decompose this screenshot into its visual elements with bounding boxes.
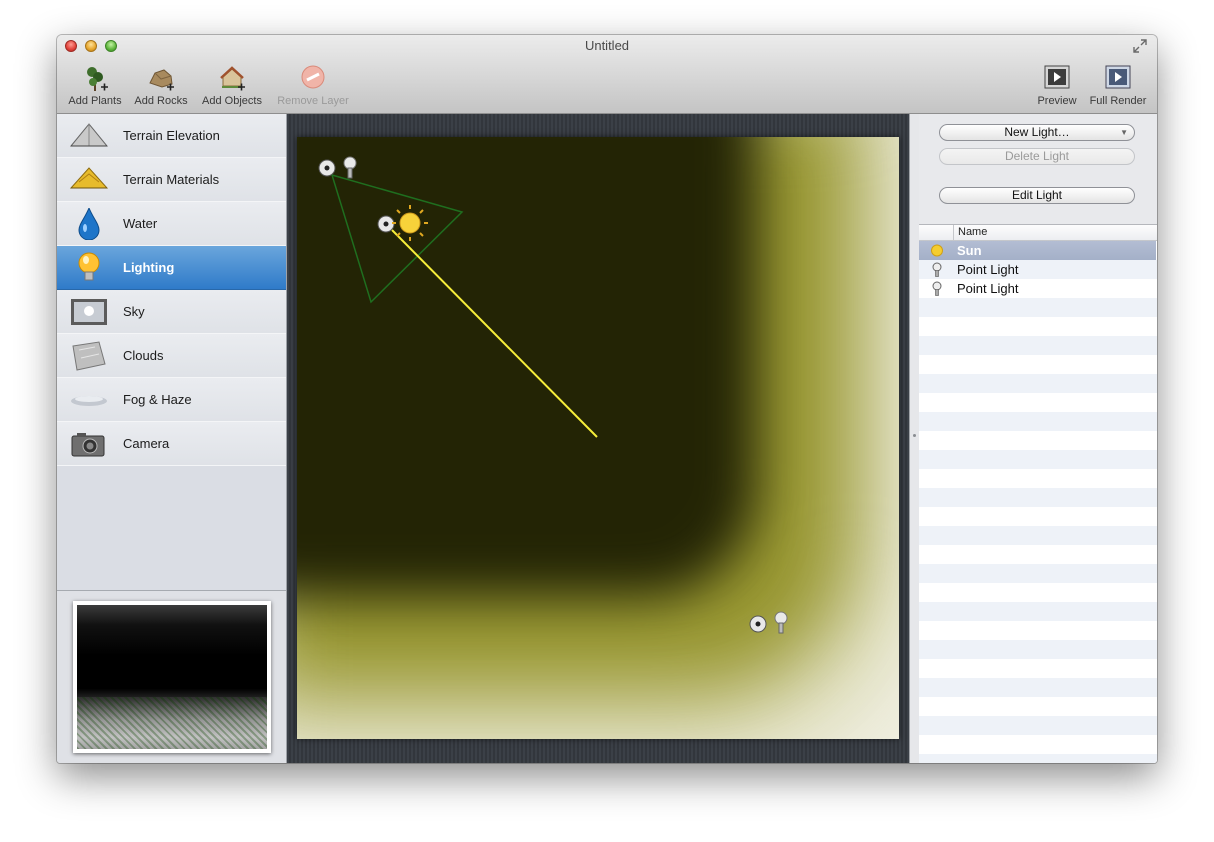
sun-icon bbox=[392, 205, 428, 241]
point-light-icon bbox=[931, 281, 943, 296]
add-rocks-label: Add Rocks bbox=[134, 95, 188, 107]
sidebar-item-label: Lighting bbox=[123, 260, 175, 275]
point-light-icon bbox=[774, 611, 788, 634]
terrain-materials-icon bbox=[69, 164, 109, 196]
render-preview-thumbnail[interactable] bbox=[73, 601, 271, 753]
table-body: Sun Point Light Point Light bbox=[919, 241, 1157, 763]
render-preview-image bbox=[77, 605, 267, 749]
edit-light-label: Edit Light bbox=[1011, 188, 1063, 202]
add-objects-button[interactable]: Add Objects bbox=[198, 63, 266, 107]
sidebar-item-clouds[interactable]: Clouds bbox=[57, 334, 286, 378]
sky-icon bbox=[69, 296, 109, 328]
point-light-icon bbox=[343, 156, 357, 179]
add-plants-button[interactable]: Add Plants bbox=[65, 63, 125, 107]
new-light-label: New Light… bbox=[1004, 125, 1070, 139]
full-render-label: Full Render bbox=[1089, 95, 1147, 107]
house-icon bbox=[217, 63, 247, 93]
sidebar: Terrain Elevation Terrain Materials Wate… bbox=[57, 114, 287, 591]
add-rocks-button[interactable]: Add Rocks bbox=[132, 63, 190, 107]
sidebar-item-label: Terrain Elevation bbox=[123, 128, 220, 143]
light-name: Point Light bbox=[957, 281, 1019, 296]
sidebar-item-label: Clouds bbox=[123, 348, 164, 363]
chevron-down-icon: ▼ bbox=[1120, 128, 1128, 137]
sun-direction-line bbox=[391, 229, 598, 438]
fog-icon bbox=[69, 384, 109, 416]
lightbulb-icon bbox=[69, 252, 109, 284]
point-light-handle[interactable] bbox=[749, 611, 788, 634]
title-bar: Untitled Add Plants Add Rocks Add Object… bbox=[57, 35, 1157, 114]
sidebar-empty-area bbox=[57, 466, 286, 591]
app-window: Untitled Add Plants Add Rocks Add Object… bbox=[57, 35, 1157, 763]
point-light-icon bbox=[931, 262, 943, 277]
lights-table: Name Sun Point Light Point Light bbox=[919, 224, 1157, 763]
sun-icon bbox=[931, 243, 943, 258]
delete-light-button[interactable]: Delete Light bbox=[939, 148, 1135, 165]
table-header: Name bbox=[919, 225, 1157, 241]
terrain-elevation-icon bbox=[69, 120, 109, 152]
name-column-header[interactable]: Name bbox=[958, 226, 987, 238]
sidebar-item-sky[interactable]: Sky bbox=[57, 290, 286, 334]
light-name: Sun bbox=[957, 243, 982, 258]
terrain-map[interactable] bbox=[297, 137, 899, 739]
sidebar-item-label: Fog & Haze bbox=[123, 392, 192, 407]
sidebar-item-fog-haze[interactable]: Fog & Haze bbox=[57, 378, 286, 422]
edit-light-button[interactable]: Edit Light bbox=[939, 187, 1135, 204]
lights-panel: New Light… ▼ Delete Light Edit Light Nam… bbox=[919, 114, 1157, 763]
remove-layer-label: Remove Layer bbox=[277, 95, 349, 107]
full-render-icon bbox=[1103, 63, 1133, 93]
sidebar-item-terrain-elevation[interactable]: Terrain Elevation bbox=[57, 114, 286, 158]
sidebar-item-lighting[interactable]: Lighting bbox=[57, 246, 286, 290]
full-render-button[interactable]: Full Render bbox=[1085, 63, 1151, 107]
light-name: Point Light bbox=[957, 262, 1019, 277]
table-row[interactable]: Point Light bbox=[919, 279, 1156, 298]
preview-icon bbox=[1042, 63, 1072, 93]
camera-icon bbox=[69, 428, 109, 460]
sidebar-item-water[interactable]: Water bbox=[57, 202, 286, 246]
delete-light-label: Delete Light bbox=[1004, 149, 1070, 163]
clouds-icon bbox=[69, 340, 109, 372]
table-row[interactable]: Sun bbox=[919, 241, 1156, 260]
sun-light-handle[interactable] bbox=[377, 205, 428, 241]
icon-column-header[interactable] bbox=[919, 225, 954, 240]
fullscreen-icon[interactable] bbox=[1133, 39, 1147, 53]
add-plants-label: Add Plants bbox=[68, 95, 122, 107]
sidebar-item-label: Sky bbox=[123, 304, 145, 319]
plant-icon bbox=[80, 63, 110, 93]
point-light-handle[interactable] bbox=[318, 156, 357, 179]
window-title: Untitled bbox=[584, 38, 630, 53]
water-drop-icon bbox=[69, 206, 109, 241]
sidebar-item-terrain-materials[interactable]: Terrain Materials bbox=[57, 158, 286, 202]
sidebar-item-camera[interactable]: Camera bbox=[57, 422, 286, 466]
sidebar-item-label: Terrain Materials bbox=[123, 172, 220, 187]
preview-button[interactable]: Preview bbox=[1033, 63, 1081, 107]
light-cone bbox=[330, 173, 464, 304]
rock-icon bbox=[146, 63, 176, 93]
table-row[interactable]: Point Light bbox=[919, 260, 1156, 279]
render-preview-panel bbox=[57, 591, 287, 763]
remove-icon bbox=[298, 63, 328, 93]
remove-layer-button[interactable]: Remove Layer bbox=[273, 63, 353, 107]
preview-label: Preview bbox=[1037, 95, 1077, 107]
add-objects-label: Add Objects bbox=[202, 95, 262, 107]
sidebar-item-label: Camera bbox=[123, 436, 170, 451]
lighting-overlay bbox=[318, 156, 788, 634]
sidebar-item-label: Water bbox=[123, 216, 158, 231]
terrain-canvas-area bbox=[287, 114, 909, 763]
new-light-popup-button[interactable]: New Light… ▼ bbox=[939, 124, 1135, 141]
